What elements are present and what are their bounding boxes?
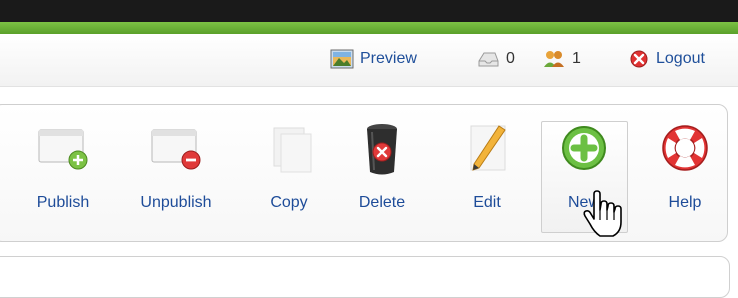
header-dark-bar [0,0,738,22]
logout-label: Logout [656,50,705,67]
help-label: Help [668,194,702,211]
delete-button[interactable]: Delete [339,120,425,230]
lifebuoy-icon [662,125,708,171]
users-count: 1 [572,50,581,67]
preview-link[interactable]: Preview [330,48,417,70]
trash-icon [367,124,397,175]
users-counter[interactable]: 1 [542,48,581,70]
unpublish-label: Unpublish [140,194,212,211]
copy-label: Copy [270,194,308,211]
edit-button[interactable]: Edit [444,120,530,230]
hand-cursor-icon [583,190,622,237]
delete-label: Delete [358,194,406,211]
messages-count: 0 [506,50,515,67]
add-icon [562,126,606,170]
preview-icon [330,49,354,69]
unpublish-button[interactable]: Unpublish [133,120,219,230]
edit-label: Edit [473,194,501,211]
logout-link[interactable]: Logout [628,48,705,70]
messages-counter[interactable]: 0 [476,48,515,70]
content-panel [0,256,730,298]
header-green-bar [0,22,738,34]
preview-label: Preview [360,50,417,67]
copy-button[interactable]: Copy [246,120,332,230]
help-button[interactable]: Help [642,120,728,230]
copy-icon [273,127,312,173]
messages-icon [478,52,499,67]
publish-button[interactable]: Publish [20,120,106,230]
unpublish-icon [151,129,201,170]
users-icon [544,51,564,67]
publish-label: Publish [36,194,90,211]
status-bar: Preview 0 1 Logout [0,34,738,87]
publish-icon [38,129,88,170]
pencil-icon [470,125,506,171]
logout-icon [630,50,648,68]
